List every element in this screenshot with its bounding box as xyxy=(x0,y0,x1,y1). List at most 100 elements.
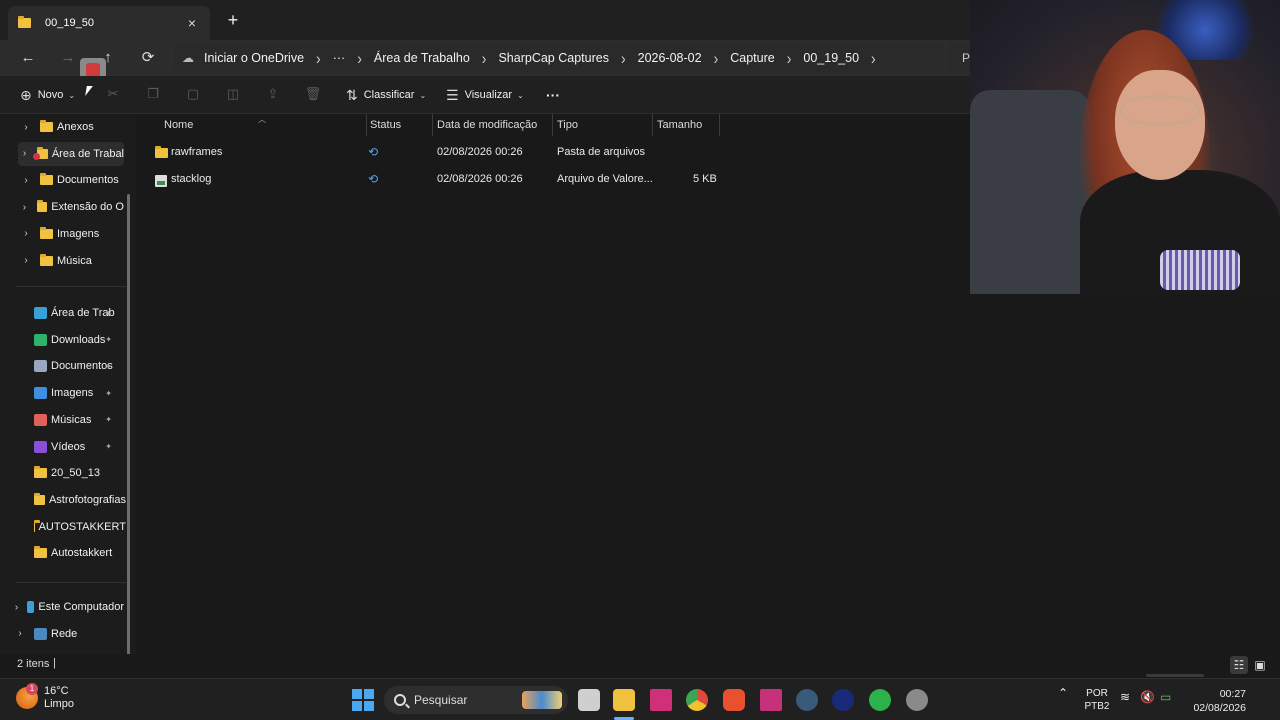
sidebar-item-tree[interactable]: › Documentos xyxy=(18,168,124,192)
volume-muted-icon[interactable]: 🔇 xyxy=(1140,691,1155,704)
copy-icon[interactable]: ❐ xyxy=(144,86,162,104)
breadcrumb-item[interactable]: Área de Trabalho xyxy=(368,51,476,65)
new-button[interactable]: ⊕ Novo ⌄ xyxy=(20,84,75,106)
sharpcap-icon[interactable] xyxy=(796,689,818,711)
search-label: Pesquisar xyxy=(414,693,468,707)
chevron-right-icon[interactable]: › xyxy=(12,628,28,639)
sidebar-item-tree[interactable]: › Anexos xyxy=(18,115,124,139)
refresh-button[interactable]: ⟳ xyxy=(136,46,160,70)
breadcrumb-item[interactable]: 2026-08-02 xyxy=(632,51,708,65)
forward-button[interactable]: → xyxy=(56,46,80,70)
chevron-right-icon[interactable]: › xyxy=(18,122,34,133)
breadcrumb-item[interactable]: Capture xyxy=(724,51,780,65)
keyboard-layout: PTB2 xyxy=(1084,701,1110,712)
cloud-off-icon: ☁ xyxy=(182,51,194,65)
taskbar-search[interactable]: Pesquisar xyxy=(384,686,568,714)
selection-separator: | xyxy=(53,657,56,669)
chevron-right-icon[interactable]: › xyxy=(18,228,34,239)
column-header-status[interactable]: Status xyxy=(365,114,433,136)
delete-icon[interactable]: 🗑 xyxy=(304,86,322,104)
sidebar-item-quick[interactable]: Imagens ✦ xyxy=(34,381,126,405)
chevron-right-icon[interactable]: › xyxy=(12,602,21,613)
view-button[interactable]: ☰ Visualizar ⌄ xyxy=(446,84,524,106)
tray-overflow-icon[interactable]: ⌃ xyxy=(1058,687,1068,700)
document-icon xyxy=(34,360,47,373)
column-header-modified[interactable]: Data de modificação xyxy=(432,114,553,136)
task-view-icon[interactable] xyxy=(578,689,600,711)
breadcrumb-chevron-icon[interactable]: › xyxy=(351,48,368,67)
start-button[interactable] xyxy=(352,689,374,711)
breadcrumb-chevron-icon[interactable]: › xyxy=(865,48,882,67)
tiles-view-icon[interactable]: ▣ xyxy=(1251,656,1269,674)
chevron-right-icon[interactable]: › xyxy=(18,255,34,266)
pin-icon: ✦ xyxy=(105,415,112,425)
app-icon-green[interactable] xyxy=(869,689,891,711)
sidebar-item-quick[interactable]: Astrofotografias xyxy=(34,488,126,512)
rename-icon[interactable]: ◫ xyxy=(224,86,242,104)
weather-widget[interactable]: 1 16°C Limpo xyxy=(16,683,74,711)
breadcrumb-item[interactable]: 00_19_50 xyxy=(797,51,865,65)
file-row[interactable]: rawframes ⟲ 02/08/2026 00:26 Pasta de arqui… xyxy=(137,139,970,166)
horizontal-scrollbar[interactable] xyxy=(1146,674,1204,677)
brave-icon[interactable] xyxy=(723,689,745,711)
details-view-icon[interactable]: ☷ xyxy=(1230,656,1248,674)
sidebar-item-label: AUTOSTAKKERT xyxy=(38,520,126,533)
breadcrumb-item[interactable]: ··· xyxy=(327,51,352,65)
file-row[interactable]: stacklog ⟲ 02/08/2026 00:26 Arquivo de Valo… xyxy=(137,166,970,193)
sidebar-item-quick[interactable]: Documentos ✦ xyxy=(34,354,126,378)
sidebar-item-label: Anexos xyxy=(57,121,94,133)
sidebar-item-quick[interactable]: Autostakkert xyxy=(34,541,126,565)
sort-button[interactable]: ⇅ Classificar ⌄ xyxy=(346,84,426,106)
sidebar-item-label: Imagens xyxy=(57,227,100,240)
wifi-icon[interactable]: ≋ xyxy=(1120,691,1130,704)
paste-icon[interactable]: ▢ xyxy=(184,86,202,104)
view-list-icon: ☰ xyxy=(446,86,459,103)
app-icon-pink[interactable] xyxy=(650,689,672,711)
chevron-right-icon[interactable]: › xyxy=(18,175,34,186)
address-bar[interactable]: ☁ Iniciar o OneDrive › ··· › Área de Trabalh… xyxy=(174,44,944,72)
breadcrumb-item[interactable]: Iniciar o OneDrive xyxy=(198,51,310,65)
stellarium-icon[interactable] xyxy=(832,689,854,711)
app-icon-magenta[interactable] xyxy=(760,689,782,711)
breadcrumb-chevron-icon[interactable]: › xyxy=(310,48,327,67)
sort-icon: ⇅ xyxy=(346,86,358,103)
breadcrumb-chevron-icon[interactable]: › xyxy=(708,48,725,67)
clock[interactable]: 00:27 02/08/2026 xyxy=(1190,687,1246,715)
more-options-button[interactable]: ··· xyxy=(546,84,560,106)
sidebar-item-quick[interactable]: Músicas ✦ xyxy=(34,408,126,432)
sidebar-item-bottom[interactable]: › Rede xyxy=(12,622,124,646)
share-icon[interactable]: ⇪ xyxy=(264,86,282,104)
breadcrumb-chevron-icon[interactable]: › xyxy=(476,48,493,67)
sidebar-scrollbar[interactable] xyxy=(127,194,130,674)
clock-date: 02/08/2026 xyxy=(1193,702,1246,714)
file-explorer-icon[interactable] xyxy=(613,689,635,711)
sidebar-item-tree[interactable]: › Extensão do O xyxy=(18,195,124,219)
breadcrumb-chevron-icon[interactable]: › xyxy=(781,48,798,67)
sidebar-item-quick[interactable]: AUTOSTAKKERT xyxy=(34,515,126,539)
sidebar-item-quick[interactable]: Downloads ✦ xyxy=(34,328,126,352)
tab-active[interactable]: 00_19_50 × xyxy=(8,6,210,40)
sidebar-item-tree[interactable]: › Imagens xyxy=(18,222,124,246)
sidebar-item-tree[interactable]: › Música xyxy=(18,249,124,273)
close-tab-button[interactable]: × xyxy=(184,15,200,31)
column-header-type[interactable]: Tipo xyxy=(552,114,653,136)
chevron-right-icon[interactable]: › xyxy=(18,148,31,159)
sidebar-item-quick[interactable]: Vídeos ✦ xyxy=(34,435,126,459)
sync-status-icon: ⟲ xyxy=(368,145,379,159)
sidebar-item-quick[interactable]: Área de Trab ✦ xyxy=(34,301,126,325)
column-header-size[interactable]: Tamanho xyxy=(652,114,720,136)
chevron-right-icon[interactable]: › xyxy=(18,202,31,213)
cut-icon[interactable]: ✂ xyxy=(104,86,122,104)
new-tab-button[interactable]: + xyxy=(222,10,244,32)
language-indicator[interactable]: POR PTB2 xyxy=(1082,687,1112,713)
back-button[interactable]: ← xyxy=(16,46,40,70)
network-icon xyxy=(34,627,47,640)
battery-icon[interactable]: ▭ xyxy=(1160,691,1171,704)
breadcrumb-item[interactable]: SharpCap Captures xyxy=(492,51,614,65)
sidebar-item-quick[interactable]: 20_50_13 xyxy=(34,461,126,485)
breadcrumb-chevron-icon[interactable]: › xyxy=(615,48,632,67)
app-icon-gray[interactable] xyxy=(906,689,928,711)
sidebar-item-bottom[interactable]: › Este Computador xyxy=(12,595,124,619)
sort-label: Classificar xyxy=(363,89,415,101)
chrome-icon[interactable] xyxy=(686,689,708,711)
